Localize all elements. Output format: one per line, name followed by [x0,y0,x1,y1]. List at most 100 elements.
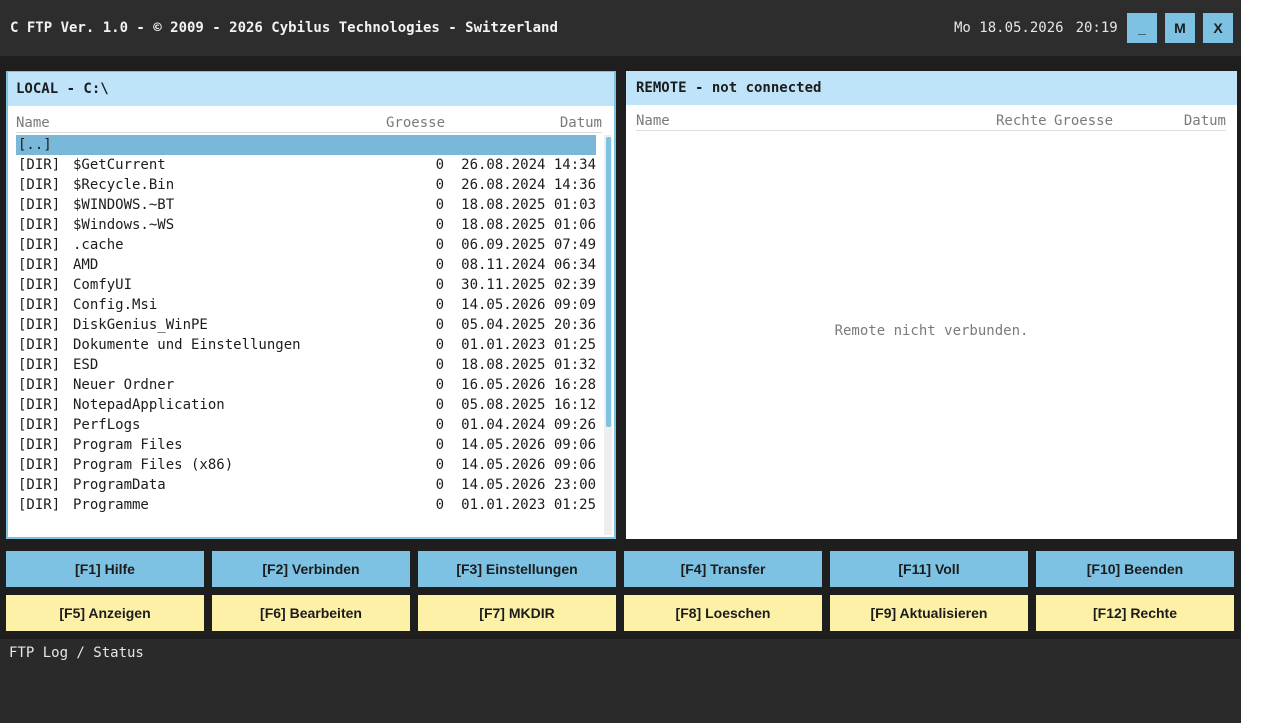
table-row[interactable]: [DIR] ProgramData 0 14.05.2026 23:00 [16,475,596,495]
table-row[interactable]: [DIR] Neuer Ordner 0 16.05.2026 16:28 [16,375,596,395]
column-date[interactable]: Datum [560,115,602,131]
row-type: [DIR] [18,497,61,513]
table-row[interactable]: [DIR] Program Files 0 14.05.2026 09:06 [16,435,596,455]
row-type: [DIR] [18,177,61,193]
row-name: DiskGenius_WinPE [73,317,208,333]
row-size: 0 [435,257,444,273]
ftp-app-window: C FTP Ver. 1.0 - © 2009 - 2026 Cybilus T… [0,0,1241,723]
row-name: Config.Msi [73,297,158,313]
row-type: [DIR] [18,477,61,493]
row-size: 0 [435,377,444,393]
local-panel[interactable]: LOCAL - C:\ Name Groesse Datum [..] [DIR… [6,71,616,539]
row-date: 01.04.2024 09:26 [461,417,596,433]
parent-dir-label: [..] [18,137,52,153]
parent-dir-row[interactable]: [..] [16,135,596,155]
row-date: 14.05.2026 23:00 [461,477,596,493]
table-row[interactable]: [DIR] Dokumente und Einstellungen 0 01.01.2… [16,335,596,355]
row-date: 05.04.2025 20:36 [461,317,596,333]
f3-settings-button[interactable]: [F3] Einstellungen [418,551,616,587]
row-name: NotepadApplication [73,397,225,413]
remote-column-size[interactable]: Groesse [1054,113,1113,129]
remote-column-date[interactable]: Datum [1184,113,1226,129]
table-row[interactable]: [DIR] PerfLogs 0 01.04.2024 09:26 [16,415,596,435]
table-row[interactable]: [DIR] Program Files (x86) 0 14.05.2026 09:0… [16,455,596,475]
row-name: ComfyUI [73,277,133,293]
row-size: 0 [435,397,444,413]
f6-edit-button[interactable]: [F6] Bearbeiten [212,595,410,631]
remote-column-rights[interactable]: Rechte [996,113,1047,129]
row-name: Neuer Ordner [73,377,175,393]
row-date: 18.08.2025 01:32 [461,357,596,373]
f4-transfer-button[interactable]: [F4] Transfer [624,551,822,587]
row-name: .cache [73,237,124,253]
f5-view-button[interactable]: [F5] Anzeigen [6,595,204,631]
row-type: [DIR] [18,297,61,313]
local-panel-title: LOCAL - C:\ [8,72,614,106]
local-scrollbar-thumb[interactable] [606,137,611,427]
table-row[interactable]: [DIR] ComfyUI 0 30.11.2025 02:39 [16,275,596,295]
table-row[interactable]: [DIR] NotepadApplication 0 05.08.2025 16:12 [16,395,596,415]
f1-help-button[interactable]: [F1] Hilfe [6,551,204,587]
f11-fullscreen-button[interactable]: [F11] Voll [830,551,1028,587]
maximize-button[interactable]: M [1165,13,1195,43]
row-date: 08.11.2024 06:34 [461,257,596,273]
app-title: C FTP Ver. 1.0 - © 2009 - 2026 Cybilus T… [10,20,558,36]
remote-status-message: Remote nicht verbunden. [834,323,1029,339]
table-row[interactable]: [DIR] AMD 0 08.11.2024 06:34 [16,255,596,275]
f2-connect-button[interactable]: [F2] Verbinden [212,551,410,587]
f9-refresh-button[interactable]: [F9] Aktualisieren [830,595,1028,631]
row-size: 0 [435,297,444,313]
row-type: [DIR] [18,237,61,253]
clock: Mo 18.05.2026 20:19 [954,20,1118,36]
table-row[interactable]: [DIR] DiskGenius_WinPE 0 05.04.2025 20:36 [16,315,596,335]
table-row[interactable]: [DIR] $Recycle.Bin 0 26.08.2024 14:36 [16,175,596,195]
row-date: 14.05.2026 09:06 [461,457,596,473]
minimize-button[interactable]: _ [1127,13,1157,43]
close-button[interactable]: X [1203,13,1233,43]
remote-column-header: Name Rechte Groesse Datum [636,113,1226,131]
row-type: [DIR] [18,217,61,233]
row-size: 0 [435,337,444,353]
row-date: 06.09.2025 07:49 [461,237,596,253]
table-row[interactable]: [DIR] $WINDOWS.~BT 0 18.08.2025 01:03 [16,195,596,215]
row-type: [DIR] [18,457,61,473]
local-file-list[interactable]: [..] [DIR] $GetCurrent 0 26.08.2024 14:34 [D… [16,135,596,515]
row-type: [DIR] [18,277,61,293]
row-size: 0 [435,197,444,213]
table-row[interactable]: [DIR] $Windows.~WS 0 18.08.2025 01:06 [16,215,596,235]
row-type: [DIR] [18,337,61,353]
row-name: $Recycle.Bin [73,177,175,193]
table-row[interactable]: [DIR] Config.Msi 0 14.05.2026 09:09 [16,295,596,315]
row-name: $WINDOWS.~BT [73,197,175,213]
row-size: 0 [435,317,444,333]
log-panel[interactable]: FTP Log / Status [0,639,1241,723]
table-row[interactable]: [DIR] $GetCurrent 0 26.08.2024 14:34 [16,155,596,175]
row-name: Program Files [73,437,183,453]
row-type: [DIR] [18,157,61,173]
column-name[interactable]: Name [16,115,50,131]
row-name: Dokumente und Einstellungen [73,337,301,353]
table-row[interactable]: [DIR] .cache 0 06.09.2025 07:49 [16,235,596,255]
row-size: 0 [435,457,444,473]
row-name: AMD [73,257,99,273]
row-name: ProgramData [73,477,166,493]
row-size: 0 [435,417,444,433]
row-date: 26.08.2024 14:36 [461,177,596,193]
f10-quit-button[interactable]: [F10] Beenden [1036,551,1234,587]
row-size: 0 [435,477,444,493]
column-size[interactable]: Groesse [386,115,445,131]
remote-column-name[interactable]: Name [636,113,670,129]
remote-panel[interactable]: REMOTE - not connected Name Rechte Groes… [626,71,1237,539]
f8-delete-button[interactable]: [F8] Loeschen [624,595,822,631]
table-row[interactable]: [DIR] ESD 0 18.08.2025 01:32 [16,355,596,375]
f7-mkdir-button[interactable]: [F7] MKDIR [418,595,616,631]
log-title: FTP Log / Status [9,645,144,661]
f12-permissions-button[interactable]: [F12] Rechte [1036,595,1234,631]
row-size: 0 [435,277,444,293]
row-date: 26.08.2024 14:34 [461,157,596,173]
clock-date: Mo 18.05.2026 [954,20,1064,36]
row-name: Program Files (x86) [73,457,234,473]
row-type: [DIR] [18,357,61,373]
table-row[interactable]: [DIR] Programme 0 01.01.2023 01:25 [16,495,596,515]
remote-panel-title: REMOTE - not connected [626,71,1237,105]
